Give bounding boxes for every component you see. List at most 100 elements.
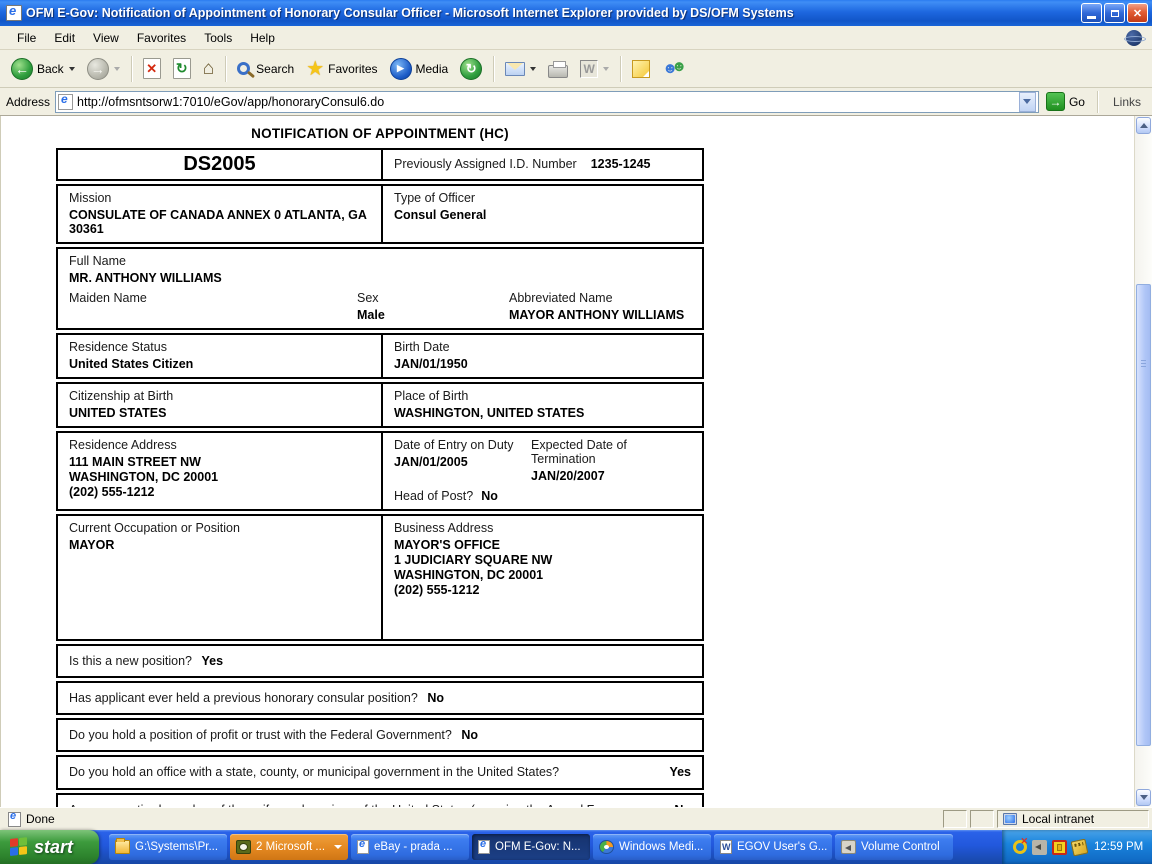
media-label: Media [415, 61, 449, 76]
standard-buttons-toolbar: ← Back → ✕ ↻ ⌂ Search ★ Favorites ▶ Medi… [0, 50, 1152, 88]
history-button[interactable]: ↻ [455, 55, 487, 83]
ie-document-icon [6, 3, 22, 21]
back-dropdown-icon[interactable] [68, 66, 75, 71]
discuss-button[interactable] [627, 57, 655, 81]
place-of-birth-value: WASHINGTON, UNITED STATES [394, 406, 585, 420]
links-separator [1096, 90, 1098, 113]
task-group-microsoft[interactable]: 2 Microsoft ... [230, 834, 348, 860]
go-button[interactable]: → Go [1044, 91, 1090, 112]
task-ie-ofm-egov[interactable]: OFM E-Gov: N... [472, 834, 590, 860]
stop-button[interactable]: ✕ [138, 55, 166, 82]
task-volume-control[interactable]: Volume Control [835, 834, 953, 860]
task-label: Volume Control [861, 841, 940, 853]
minimize-button[interactable] [1081, 3, 1102, 23]
media-button[interactable]: ▶ Media [385, 55, 454, 83]
status-page-icon [8, 810, 21, 827]
back-button[interactable]: ← Back [6, 55, 80, 83]
home-button[interactable]: ⌂ [198, 56, 219, 81]
date-of-entry-label: Date of Entry on Duty [394, 438, 514, 452]
media-player-icon [599, 840, 614, 854]
menu-tools[interactable]: Tools [195, 28, 241, 48]
mission-row: Mission CONSULATE OF CANADA ANNEX 0 ATLA… [56, 184, 704, 244]
home-icon: ⌂ [202, 58, 215, 79]
messenger-button[interactable]: ☻ ☻ [657, 56, 689, 82]
full-name-row: Full Name MR. ANTHONY WILLIAMS Maiden Na… [56, 247, 704, 330]
menu-edit[interactable]: Edit [45, 28, 84, 48]
search-label: Search [256, 61, 295, 76]
question-text: Do you hold an office with a state, coun… [69, 765, 560, 780]
address-url[interactable]: http://ofmsntsorw1:7010/eGov/app/honorar… [77, 95, 1015, 109]
taskbar-button-strip: G:\Systems\Pr... 2 Microsoft ... eBay - … [99, 830, 1002, 864]
favorites-star-icon: ★ [306, 57, 325, 80]
place-of-birth-label: Place of Birth [394, 389, 469, 403]
address-input[interactable]: http://ofmsntsorw1:7010/eGov/app/honorar… [55, 90, 1039, 113]
app-group-icon [236, 840, 251, 854]
refresh-icon: ↻ [172, 58, 191, 79]
task-label: 2 Microsoft ... [256, 841, 326, 853]
pc-card-icon[interactable] [1070, 838, 1089, 856]
network-key-icon[interactable] [1012, 836, 1028, 855]
word-document-icon [720, 840, 732, 854]
question-previous-position: Has applicant ever held a previous honor… [56, 681, 704, 716]
business-address-line1: MAYOR'S OFFICE [394, 538, 500, 552]
smartcard-icon[interactable] [1052, 839, 1067, 855]
title-bar: OFM E-Gov: Notification of Appointment o… [0, 0, 1152, 26]
search-icon [237, 62, 251, 75]
task-label: OFM E-Gov: N... [495, 841, 581, 853]
residence-status-label: Residence Status [69, 340, 167, 354]
task-explorer-systems[interactable]: G:\Systems\Pr... [109, 834, 227, 860]
type-of-officer-value: Consul General [394, 208, 487, 222]
taskbar-clock: 12:59 PM [1094, 841, 1144, 853]
birth-date-label: Birth Date [394, 340, 450, 354]
task-egov-users-guide[interactable]: EGOV User's G... [714, 834, 832, 860]
task-windows-media[interactable]: Windows Medi... [593, 834, 711, 860]
links-toolbar[interactable]: Links [1105, 95, 1149, 109]
messenger-icon: ☻ ☻ [662, 57, 687, 77]
start-button[interactable]: start [0, 830, 99, 864]
abbreviated-name-label: Abbreviated Name [509, 291, 613, 305]
task-label: eBay - prada ... [374, 841, 453, 853]
toolbar-separator [493, 55, 495, 82]
occupation-row: Current Occupation or Position MAYOR Bus… [56, 514, 704, 641]
address-dropdown-button[interactable] [1018, 91, 1036, 112]
menu-favorites[interactable]: Favorites [128, 28, 195, 48]
refresh-button[interactable]: ↻ [168, 55, 196, 82]
question-answer: No [427, 691, 444, 706]
scrollbar-thumb[interactable] [1136, 284, 1151, 746]
scroll-down-button[interactable] [1136, 789, 1151, 806]
business-address-label: Business Address [394, 521, 494, 535]
media-icon: ▶ [389, 57, 412, 80]
task-ie-ebay[interactable]: eBay - prada ... [351, 834, 469, 860]
maiden-name-label: Maiden Name [69, 291, 147, 305]
forward-button[interactable]: → [82, 55, 125, 83]
mail-dropdown-icon[interactable] [530, 66, 537, 71]
favorites-button[interactable]: ★ Favorites [301, 56, 382, 82]
edit-with-word-button[interactable]: W [575, 57, 614, 81]
mail-button[interactable] [500, 59, 541, 79]
date-of-termination-value: JAN/20/2007 [531, 469, 605, 483]
group-dropdown-icon [334, 845, 342, 849]
vertical-scrollbar[interactable] [1134, 116, 1152, 807]
history-icon: ↻ [460, 57, 483, 80]
close-button[interactable]: ✕ [1127, 3, 1148, 23]
residence-status-value: United States Citizen [69, 357, 194, 371]
menu-view[interactable]: View [84, 28, 128, 48]
window-title: OFM E-Gov: Notification of Appointment o… [26, 6, 794, 20]
menu-file[interactable]: File [8, 28, 45, 48]
search-button[interactable]: Search [232, 59, 299, 79]
status-bar: Done Local intranet [0, 807, 1152, 830]
scroll-up-button[interactable] [1136, 117, 1151, 134]
question-answer: No [461, 728, 478, 743]
residence-status-row: Residence Status United States Citizen B… [56, 333, 704, 379]
print-button[interactable] [543, 57, 573, 81]
form-number: DS2005 [183, 153, 256, 175]
back-label: Back [37, 61, 64, 76]
security-zone-icon [1003, 813, 1017, 825]
occupation-label: Current Occupation or Position [69, 521, 240, 535]
taskbar: start G:\Systems\Pr... 2 Microsoft ... e… [0, 830, 1152, 864]
menu-help[interactable]: Help [241, 28, 284, 48]
restore-button[interactable] [1104, 3, 1125, 23]
ie-page-icon [357, 838, 369, 854]
tray-volume-icon[interactable] [1032, 839, 1047, 855]
task-label: G:\Systems\Pr... [135, 841, 219, 853]
